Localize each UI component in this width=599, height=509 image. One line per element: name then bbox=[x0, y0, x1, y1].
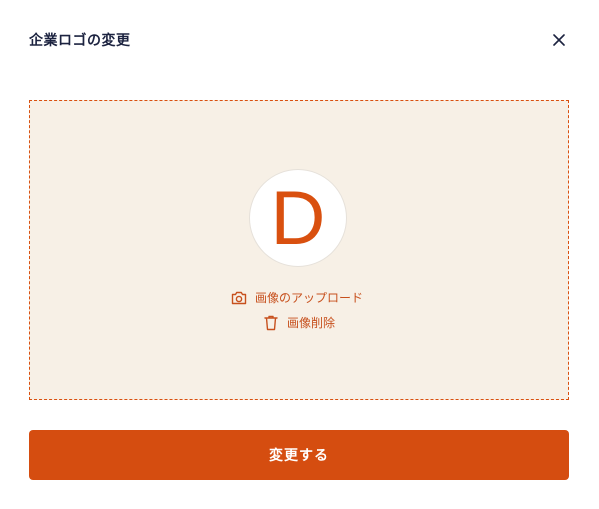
submit-change-label: 変更する bbox=[269, 448, 329, 464]
upload-image-button[interactable]: 画像のアップロード bbox=[231, 290, 363, 306]
change-logo-modal: 企業ロゴの変更 D 画像のアップロード 画像削除 変更する bbox=[0, 0, 599, 509]
camera-icon bbox=[231, 290, 247, 306]
delete-image-label: 画像削除 bbox=[287, 316, 336, 330]
close-icon bbox=[553, 34, 565, 46]
upload-image-label: 画像のアップロード bbox=[255, 291, 364, 305]
logo-letter: D bbox=[270, 176, 326, 261]
logo-drop-zone[interactable]: D 画像のアップロード 画像削除 bbox=[29, 100, 569, 400]
delete-image-button[interactable]: 画像削除 bbox=[263, 315, 335, 331]
logo-preview: D bbox=[249, 169, 347, 267]
trash-icon bbox=[263, 315, 279, 331]
submit-change-button[interactable]: 変更する bbox=[29, 430, 569, 480]
close-button[interactable] bbox=[548, 29, 570, 51]
modal-title: 企業ロゴの変更 bbox=[29, 33, 131, 49]
